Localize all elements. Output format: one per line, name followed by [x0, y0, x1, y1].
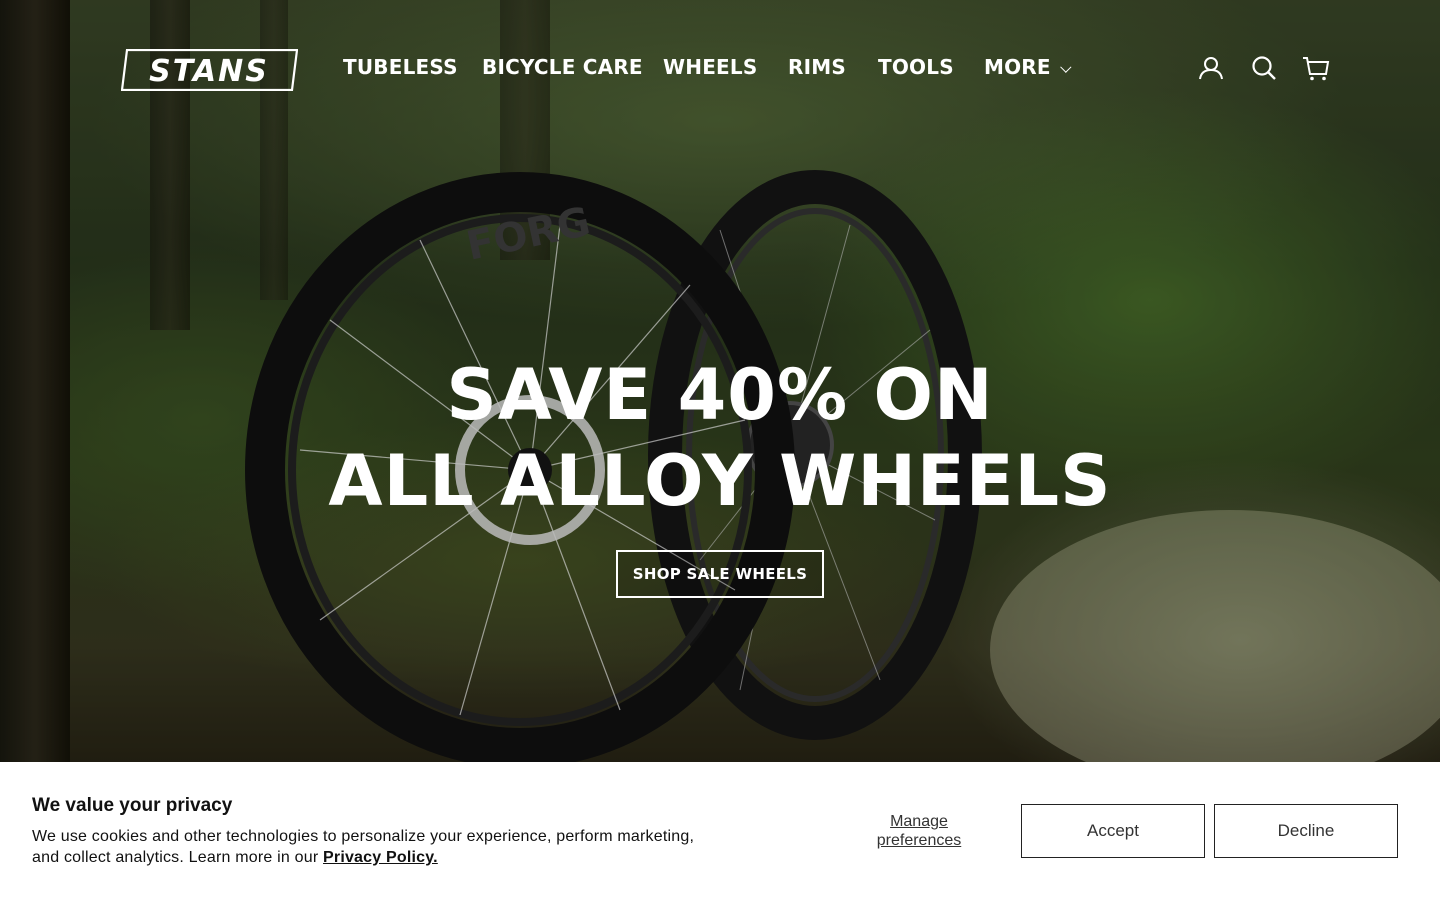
headline-line-1: SAVE 40% ON [446, 354, 994, 436]
cart-icon[interactable] [1302, 54, 1330, 82]
chevron-down-icon [1059, 61, 1072, 73]
nav-item-wheels[interactable]: WHEELS [663, 52, 757, 82]
nav-item-more[interactable]: MORE [984, 52, 1072, 82]
cookie-banner: We value your privacy We use cookies and… [0, 762, 1440, 900]
logo-text: STANS [149, 54, 269, 89]
nav-label: RIMS [788, 55, 846, 79]
nav-label: BICYCLE CARE [482, 55, 643, 79]
hero-headline: SAVE 40% ON ALL ALLOY WHEELS [0, 352, 1440, 524]
nav-item-tubeless[interactable]: TUBELESS [343, 52, 458, 82]
headline-line-2: ALL ALLOY WHEELS [328, 440, 1112, 522]
cookie-body: We use cookies and other technologies to… [32, 826, 722, 868]
nav-item-tools[interactable]: TOOLS [878, 52, 954, 82]
decline-button[interactable]: Decline [1214, 804, 1398, 858]
manage-preferences-link[interactable]: Manage preferences [852, 812, 986, 850]
search-icon[interactable] [1250, 54, 1278, 82]
privacy-policy-link[interactable]: Privacy Policy. [323, 849, 438, 866]
foreground-blur [990, 510, 1440, 762]
manage-line-1: Manage [890, 813, 948, 830]
site-header: STANS TUBELESS BICYCLE CARE WHEELS RIMS … [0, 0, 1440, 135]
cookie-title: We value your privacy [32, 795, 233, 816]
shop-sale-wheels-button[interactable]: SHOP SALE WHEELS [616, 550, 824, 598]
nav-label: TUBELESS [343, 55, 458, 79]
manage-line-2: preferences [876, 832, 962, 849]
nav-item-rims[interactable]: RIMS [788, 52, 846, 82]
account-icon[interactable] [1197, 54, 1225, 82]
accept-button[interactable]: Accept [1021, 804, 1205, 858]
nav-label: MORE [984, 55, 1051, 79]
nav-label: TOOLS [878, 55, 954, 79]
nav-item-bicycle-care[interactable]: BICYCLE CARE [482, 52, 643, 82]
nav-label: WHEELS [663, 55, 758, 79]
stans-logo[interactable]: STANS [121, 49, 298, 91]
